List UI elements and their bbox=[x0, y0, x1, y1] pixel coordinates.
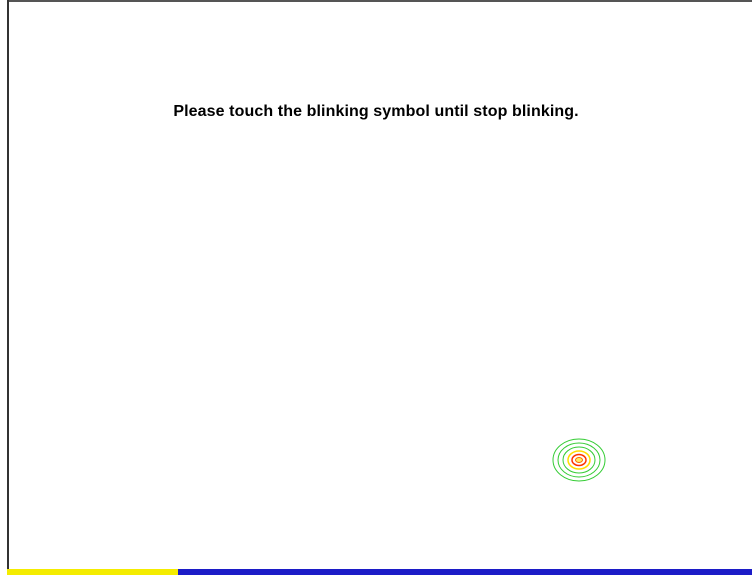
calibration-screen: Please touch the blinking symbol until s… bbox=[0, 0, 752, 575]
instruction-text: Please touch the blinking symbol until s… bbox=[173, 103, 579, 120]
calibration-target-icon[interactable] bbox=[551, 437, 607, 483]
calibration-progress-bar bbox=[7, 569, 752, 575]
calibration-progress-fill bbox=[7, 569, 179, 575]
